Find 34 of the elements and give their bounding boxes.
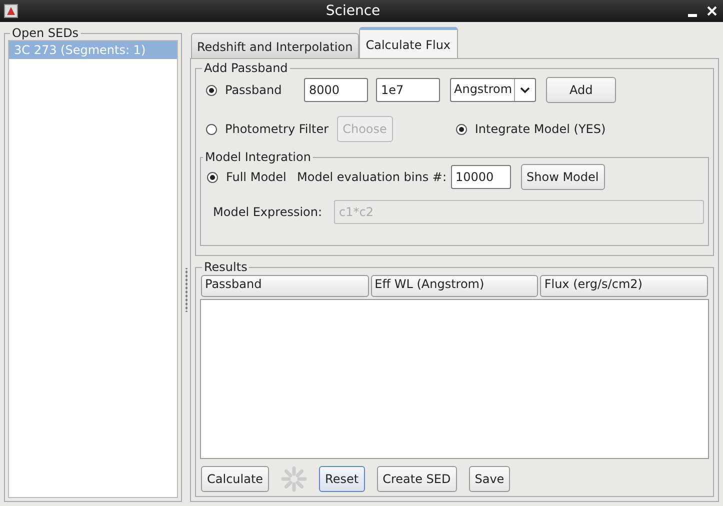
tab[interactable]: Calculate Flux	[358, 27, 458, 58]
group-title: Model Integration	[204, 150, 312, 164]
radio-label: Passband	[225, 83, 282, 97]
unit-value: Angstrom	[453, 81, 514, 98]
column-header[interactable]: Passband	[201, 275, 369, 297]
add-button[interactable]: Add	[546, 77, 616, 103]
action-button[interactable]: Create SED	[376, 466, 457, 492]
integrate-option[interactable]: Integrate Model (YES)	[450, 122, 606, 136]
column-header[interactable]: Eff WL (Angstrom)	[370, 275, 538, 297]
action-button[interactable]: Reset	[319, 466, 365, 492]
action-button[interactable]: Save	[468, 466, 510, 492]
radio-label: Full Model	[226, 170, 286, 184]
group-title: Add Passband	[203, 61, 289, 75]
panel-title: Open SEDs	[11, 26, 80, 40]
radio-button[interactable]	[456, 124, 467, 134]
action-button[interactable]: Calculate	[201, 466, 270, 492]
radio-label: Photometry Filter	[225, 122, 329, 136]
passband-option[interactable]: Passband	[200, 83, 296, 97]
radio-label: Integrate Model (YES)	[474, 122, 606, 136]
unit-dropdown[interactable]: Angstrom	[450, 78, 536, 102]
group-title: Results	[203, 260, 248, 274]
column-header[interactable]: Flux (erg/s/cm2)	[540, 275, 708, 297]
window-title: Science	[324, 3, 382, 19]
loading-spinner-icon	[281, 466, 308, 492]
close-icon[interactable]	[707, 6, 717, 16]
app-icon	[4, 4, 18, 18]
minimize-icon[interactable]	[688, 14, 697, 16]
bins-label: Model evaluation bins #:	[297, 170, 446, 184]
radio-button[interactable]	[206, 84, 217, 96]
chevron-down-icon	[520, 86, 530, 94]
expression-label: Model Expression:	[213, 205, 322, 219]
max-field[interactable]: 1e7	[376, 78, 440, 102]
min-field[interactable]: 8000	[304, 78, 368, 102]
tab[interactable]: Redshift and Interpolation	[191, 33, 359, 58]
